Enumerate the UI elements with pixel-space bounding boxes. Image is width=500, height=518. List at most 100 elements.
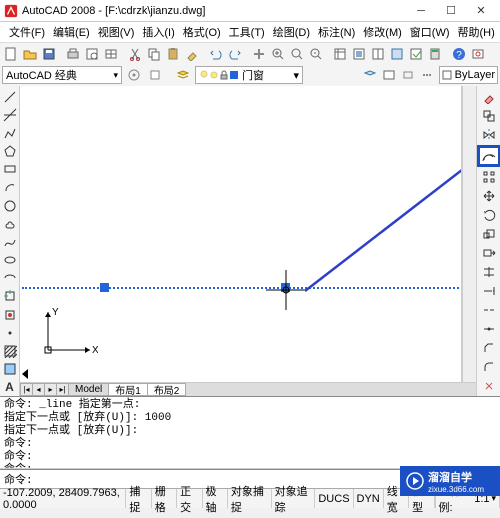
drawing-canvas[interactable]: Y X <box>20 86 462 382</box>
layer-manager-button[interactable] <box>174 66 192 84</box>
move-tool[interactable] <box>480 187 498 205</box>
hatch-tool[interactable] <box>1 342 19 359</box>
revcloud-tool[interactable] <box>1 215 19 232</box>
stretch-tool[interactable] <box>480 244 498 262</box>
status-snap[interactable]: 捕捉 <box>126 489 151 508</box>
undo-button[interactable] <box>207 45 225 63</box>
status-ducs[interactable]: DUCS <box>315 489 353 508</box>
layer-more-button[interactable] <box>418 66 436 84</box>
spline-tool[interactable] <box>1 233 19 250</box>
status-ortho[interactable]: 正交 <box>177 489 202 508</box>
design-center-button[interactable] <box>350 45 368 63</box>
paste-button[interactable] <box>164 45 182 63</box>
explode-tool[interactable] <box>480 377 498 395</box>
color-select[interactable]: ByLayer <box>439 66 498 84</box>
minimize-button[interactable]: ─ <box>406 1 436 21</box>
menu-help[interactable]: 帮助(H) <box>455 22 498 42</box>
fillet-tool[interactable] <box>480 358 498 376</box>
array-tool[interactable] <box>480 168 498 186</box>
status-polar[interactable]: 极轴 <box>203 489 228 508</box>
menu-format[interactable]: 格式(O) <box>180 22 224 42</box>
extend-tool[interactable] <box>480 282 498 300</box>
zoom-window-button[interactable] <box>288 45 306 63</box>
menu-window[interactable]: 窗口(W) <box>407 22 453 42</box>
line-tool[interactable] <box>1 88 19 105</box>
make-block-tool[interactable] <box>1 306 19 323</box>
match-props-button[interactable] <box>183 45 201 63</box>
join-tool[interactable] <box>480 320 498 338</box>
menu-draw[interactable]: 绘图(D) <box>270 22 313 42</box>
polyline-tool[interactable] <box>1 124 19 141</box>
status-osnap[interactable]: 对象捕捉 <box>228 489 272 508</box>
zoom-rt-button[interactable] <box>269 45 287 63</box>
copy-button[interactable] <box>145 45 163 63</box>
trim-tool[interactable] <box>480 263 498 281</box>
tab-layout1[interactable]: 布局1 <box>108 383 148 396</box>
break-tool[interactable] <box>480 301 498 319</box>
menu-dim[interactable]: 标注(N) <box>315 22 358 42</box>
status-otrack[interactable]: 对象追踪 <box>272 489 316 508</box>
menu-tools[interactable]: 工具(T) <box>226 22 268 42</box>
offset-tool[interactable] <box>477 145 500 167</box>
command-history[interactable]: 命令: _line 指定第一点: 指定下一点或 [放弃(U)]: 1000 指定… <box>0 397 500 469</box>
tool-palettes-button[interactable] <box>369 45 387 63</box>
xline-tool[interactable] <box>1 106 19 123</box>
mirror-tool[interactable] <box>480 126 498 144</box>
menu-view[interactable]: 视图(V) <box>95 22 138 42</box>
text-tool-A[interactable]: A <box>1 379 19 396</box>
save-button[interactable] <box>40 45 58 63</box>
workspace-select[interactable]: AutoCAD 经典 ▾ <box>2 66 122 84</box>
menu-file[interactable]: 文件(F) <box>6 22 48 42</box>
publish-button[interactable] <box>102 45 120 63</box>
grip-handle[interactable] <box>100 283 109 292</box>
menu-insert[interactable]: 插入(I) <box>139 22 177 42</box>
maximize-button[interactable]: ☐ <box>436 1 466 21</box>
menu-edit[interactable]: 编辑(E) <box>50 22 93 42</box>
cut-button[interactable] <box>126 45 144 63</box>
status-dyn[interactable]: DYN <box>354 489 384 508</box>
rotate-tool[interactable] <box>480 206 498 224</box>
tab-layout2[interactable]: 布局2 <box>147 383 187 396</box>
help-button[interactable]: ? <box>450 45 468 63</box>
draw-toolbar: A <box>0 86 20 396</box>
erase-tool[interactable] <box>480 88 498 106</box>
gradient-tool[interactable] <box>1 361 19 378</box>
arc-tool[interactable] <box>1 179 19 196</box>
horizontal-scrollbar[interactable] <box>185 383 476 396</box>
dashboard-button[interactable] <box>469 45 487 63</box>
rectangle-tool[interactable] <box>1 161 19 178</box>
status-coords[interactable]: -107.2009, 28409.7963, 0.0000 <box>0 489 126 508</box>
insert-block-tool[interactable] <box>1 288 19 305</box>
sheet-set-button[interactable] <box>388 45 406 63</box>
print-button[interactable] <box>64 45 82 63</box>
layer-states-button[interactable] <box>380 66 398 84</box>
menu-modify[interactable]: 修改(M) <box>360 22 405 42</box>
markup-button[interactable] <box>407 45 425 63</box>
circle-tool[interactable] <box>1 197 19 214</box>
vertical-scrollbar[interactable] <box>462 86 476 382</box>
close-button[interactable]: ✕ <box>466 1 496 21</box>
open-button[interactable] <box>21 45 39 63</box>
layer-iso-button[interactable] <box>399 66 417 84</box>
plot-preview-button[interactable] <box>83 45 101 63</box>
scale-tool[interactable] <box>480 225 498 243</box>
chamfer-tool[interactable] <box>480 339 498 357</box>
tab-model[interactable]: Model <box>68 383 109 396</box>
ellipse-tool[interactable] <box>1 252 19 269</box>
ucs-y-label: Y <box>52 307 59 318</box>
layer-prev-button[interactable] <box>361 66 379 84</box>
polygon-tool[interactable] <box>1 143 19 160</box>
layer-select[interactable]: 门窗 ▾ <box>195 66 303 84</box>
new-button[interactable] <box>2 45 20 63</box>
ellipse-arc-tool[interactable] <box>1 270 19 287</box>
copy-tool[interactable] <box>480 107 498 125</box>
properties-button[interactable] <box>331 45 349 63</box>
point-tool[interactable] <box>1 324 19 341</box>
workspace-settings-button[interactable] <box>125 66 143 84</box>
workspace-save-button[interactable] <box>146 66 164 84</box>
pan-button[interactable] <box>250 45 268 63</box>
calc-button[interactable] <box>426 45 444 63</box>
status-grid[interactable]: 栅格 <box>152 489 177 508</box>
zoom-prev-button[interactable] <box>307 45 325 63</box>
redo-button[interactable] <box>226 45 244 63</box>
